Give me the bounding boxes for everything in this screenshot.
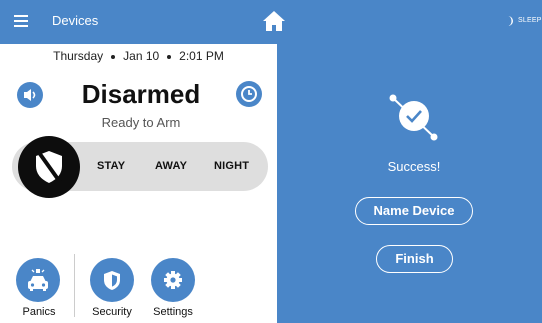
security-label: Security — [92, 306, 132, 318]
disarmed-shield-button[interactable] — [18, 136, 80, 198]
finish-button[interactable]: Finish — [376, 245, 453, 273]
name-device-button[interactable]: Name Device — [355, 197, 473, 225]
separator-dot — [167, 54, 172, 59]
panics-label: Panics — [22, 306, 56, 318]
clock-icon — [241, 86, 257, 102]
nav-divider — [74, 254, 75, 317]
date-time-row: Thursday Jan 10 2:01 PM — [0, 49, 277, 63]
shield-icon — [104, 271, 120, 290]
gear-icon — [164, 271, 182, 289]
separator-dot — [111, 54, 116, 59]
time-label: 2:01 PM — [179, 49, 224, 63]
settings-label: Settings — [153, 306, 193, 318]
top-bar: Devices SLEEP — [0, 0, 542, 44]
security-panel: Thursday Jan 10 2:01 PM Disarmed Ready to … — [0, 44, 277, 323]
success-check-icon — [389, 94, 438, 141]
hamburger-menu-icon[interactable] — [14, 15, 28, 27]
mode-away-button[interactable]: AWAY — [155, 160, 187, 172]
arm-substatus: Ready to Arm — [101, 115, 181, 130]
moon-icon[interactable] — [503, 15, 515, 27]
security-button[interactable] — [90, 258, 134, 302]
panics-button[interactable] — [16, 258, 60, 302]
mode-stay-button[interactable]: STAY — [97, 160, 125, 172]
success-message: Success! — [387, 159, 441, 174]
shield-slash-icon — [36, 151, 62, 184]
page-title: Devices — [52, 13, 99, 28]
home-icon[interactable] — [262, 10, 286, 32]
settings-button[interactable] — [151, 258, 195, 302]
day-label: Thursday — [53, 49, 104, 63]
clock-button[interactable] — [236, 81, 262, 107]
date-label: Jan 10 — [123, 49, 160, 63]
sleep-mode-label[interactable]: SLEEP — [518, 17, 542, 24]
mode-night-button[interactable]: NIGHT — [214, 160, 249, 172]
police-car-icon — [28, 269, 48, 291]
